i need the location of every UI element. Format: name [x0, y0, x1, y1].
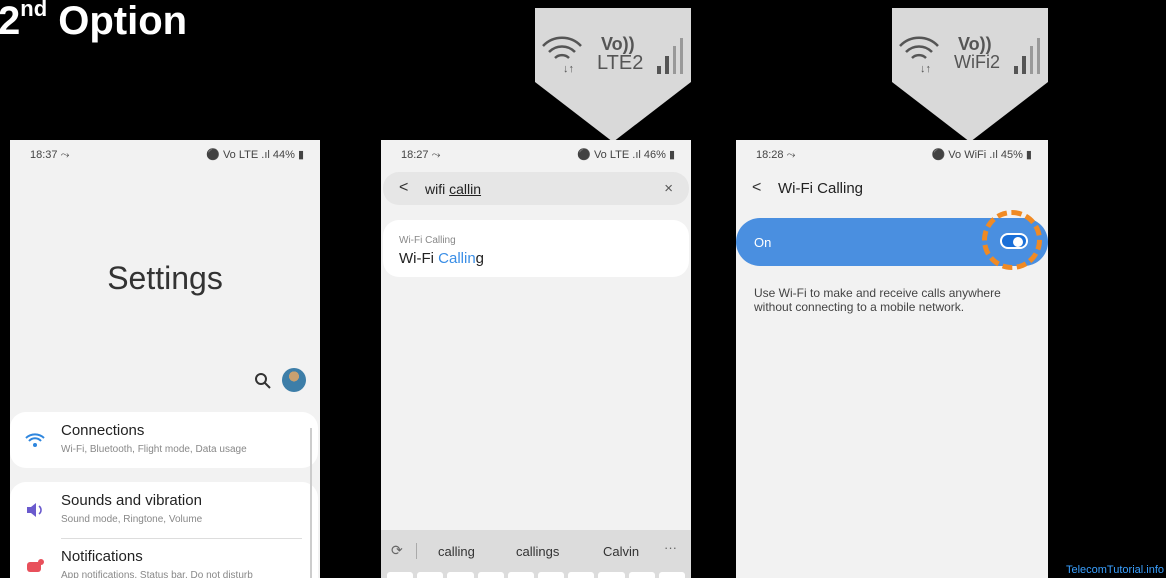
divider: [416, 543, 417, 559]
search-bar: < wifi callin ×: [383, 172, 689, 205]
slide-title: 2nd Option: [0, 0, 188, 43]
clear-icon[interactable]: ×: [664, 180, 673, 197]
status-indicators: ⚫ Vo LTE .ıl 46% ▮: [577, 149, 675, 161]
scrollbar[interactable]: [310, 428, 312, 578]
more-suggestions-icon[interactable]: ···: [664, 540, 677, 555]
result-category: Wi-Fi Calling: [399, 235, 456, 246]
volte-lte-callout: ↓↑ Vo)) LTE2: [535, 8, 691, 142]
settings-phone-screen: 18:37 ⤳ ⚫ Vo LTE .ıl 44% ▮ Settings Conn…: [10, 140, 320, 578]
settings-item-sub: Sound mode, Ringtone, Volume: [61, 514, 203, 525]
vowifi-callout: ↓↑ Vo)) WiFi2: [892, 8, 1048, 142]
status-indicators: ⚫ Vo WiFi .ıl 45% ▮: [931, 149, 1032, 161]
status-bar: 18:27 ⤳ ⚫ Vo LTE .ıl 46% ▮: [381, 140, 691, 170]
status-bar: 18:37 ⤳ ⚫ Vo LTE .ıl 44% ▮: [10, 140, 320, 170]
status-indicators: ⚫ Vo LTE .ıl 44% ▮: [206, 149, 304, 161]
page-title: Wi-Fi Calling: [778, 180, 864, 197]
search-input[interactable]: wifi callin: [425, 181, 481, 197]
settings-item-sub: Wi-Fi, Bluetooth, Flight mode, Data usag…: [61, 444, 247, 455]
svg-text:↓↑: ↓↑: [920, 63, 931, 75]
volume-icon: [27, 503, 42, 517]
search-result-item[interactable]: Wi-Fi Calling Wi-Fi Calling: [383, 220, 689, 277]
description-text: Use Wi-Fi to make and receive calls anyw…: [754, 286, 1001, 314]
settings-card-connections: Connections Wi-Fi, Bluetooth, Flight mod…: [10, 412, 318, 468]
status-time: 18:37 ⤳: [30, 149, 70, 161]
keyboard-key-row[interactable]: [387, 572, 686, 578]
clipboard-icon[interactable]: ⟳: [391, 542, 403, 559]
settings-item-connections[interactable]: Connections Wi-Fi, Bluetooth, Flight mod…: [10, 412, 318, 468]
settings-item-label: Notifications: [61, 548, 143, 565]
suggestion-calling[interactable]: calling: [438, 544, 475, 559]
callout-wifi2: WiFi2: [954, 52, 1000, 72]
switch-label: On: [754, 235, 772, 250]
avatar[interactable]: [282, 368, 306, 392]
result-title: Wi-Fi Calling: [399, 250, 485, 267]
suggestion-calvin[interactable]: Calvin: [603, 544, 639, 559]
settings-item-sounds[interactable]: Sounds and vibration Sound mode, Rington…: [10, 482, 318, 538]
watermark: TelecomTutorial.info: [1065, 564, 1164, 576]
settings-item-notifications[interactable]: Notifications App notifications, Status …: [10, 538, 318, 578]
suggestion-callings[interactable]: callings: [516, 544, 559, 559]
status-time: 18:28 ⤳: [756, 149, 796, 161]
settings-item-label: Connections: [61, 422, 145, 439]
page-title: Settings: [107, 260, 223, 296]
svg-text:↓↑: ↓↑: [563, 63, 574, 75]
settings-card-group: Sounds and vibration Sound mode, Rington…: [10, 482, 318, 578]
wifi-icon: [25, 433, 45, 447]
highlight-ring: [982, 210, 1042, 270]
toggle-knob: [1013, 237, 1023, 247]
back-icon[interactable]: <: [752, 179, 761, 197]
callout-lte2: LTE2: [597, 52, 644, 74]
settings-item-label: Sounds and vibration: [61, 492, 202, 509]
status-time: 18:27 ⤳: [401, 149, 441, 161]
keyboard: ⟳ calling callings Calvin ···: [381, 530, 691, 578]
back-icon[interactable]: <: [399, 179, 408, 197]
search-icon[interactable]: [254, 372, 272, 390]
search-phone-screen: 18:27 ⤳ ⚫ Vo LTE .ıl 46% ▮ < wifi callin…: [381, 140, 691, 578]
status-bar: 18:28 ⤳ ⚫ Vo WiFi .ıl 45% ▮: [736, 140, 1048, 170]
wifi-calling-phone-screen: 18:28 ⤳ ⚫ Vo WiFi .ıl 45% ▮ < Wi-Fi Call…: [736, 140, 1048, 578]
notification-icon: [27, 559, 44, 572]
settings-item-sub: App notifications, Status bar, Do not di…: [61, 570, 253, 578]
